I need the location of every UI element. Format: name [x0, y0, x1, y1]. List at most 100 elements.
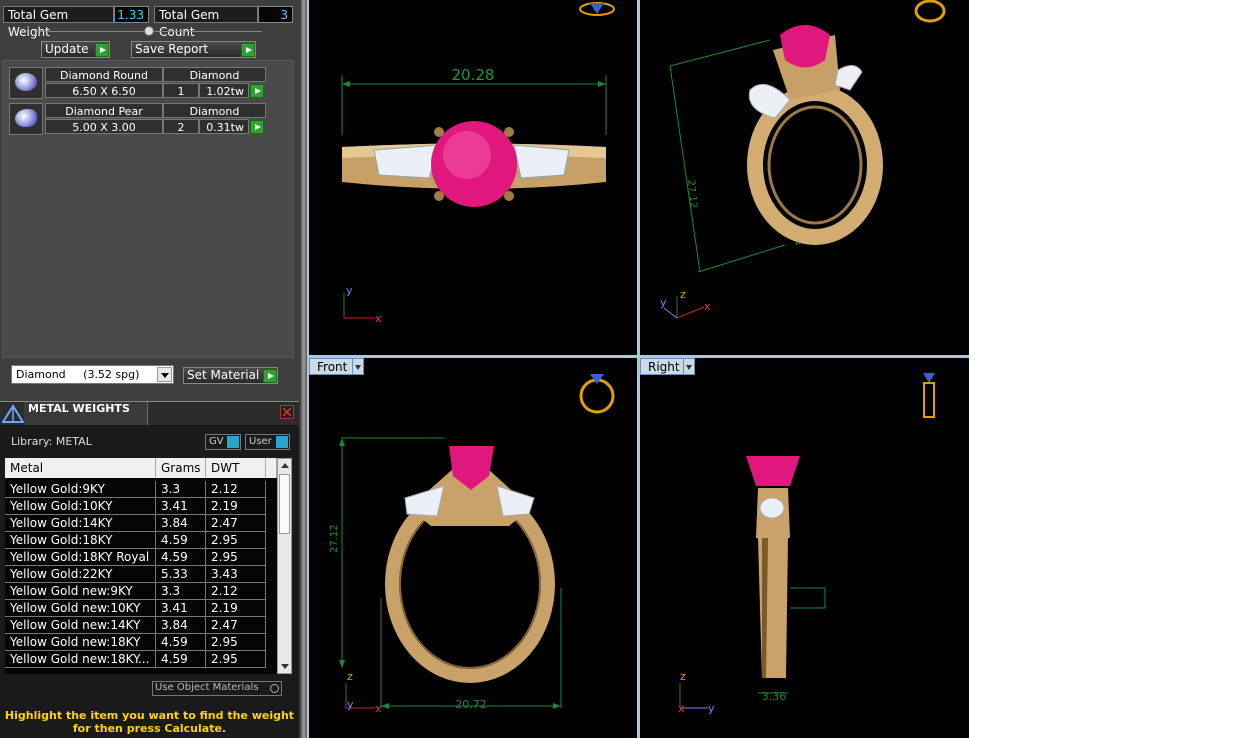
axis-x-label: x — [704, 300, 711, 313]
axis-x-label: x — [375, 312, 382, 325]
table-row[interactable]: Yellow Gold new:18KY... 4.59 2.95 — [5, 651, 266, 668]
library-label: Library: METAL — [11, 435, 92, 448]
gem-go-button[interactable] — [250, 84, 264, 98]
grams-cell: 3.41 — [156, 600, 206, 617]
dwt-cell: 2.95 — [206, 651, 266, 668]
dwt-cell: 2.47 — [206, 515, 266, 532]
gem-weight: 1.02tw — [199, 83, 249, 98]
axis-y-label: y — [347, 698, 354, 711]
update-label: Update — [45, 42, 89, 56]
metal-name-cell: Yellow Gold new:14KY — [5, 617, 156, 634]
front-height-label: 27.12 — [329, 524, 340, 553]
scroll-down-icon[interactable] — [281, 664, 289, 669]
persp-height-label: 27.12 — [685, 179, 698, 208]
table-row[interactable]: Yellow Gold:9KY 3.3 2.12 — [5, 481, 266, 498]
gem-name: Diamond Pear — [45, 103, 163, 118]
material-select[interactable]: Diamond (3.52 spg) — [11, 365, 174, 384]
scroll-thumb[interactable] — [279, 474, 290, 534]
top-view-ring: 20.28 y x — [341, 2, 615, 325]
update-button[interactable]: Update — [41, 41, 110, 58]
gem-size: 6.50 X 6.50 — [45, 83, 163, 98]
material-select-value: Diamond (3.52 spg) — [16, 368, 140, 381]
gem-row[interactable]: Diamond Round Diamond 6.50 X 6.50 1 1.02… — [9, 67, 269, 101]
chevron-down-icon — [157, 367, 172, 382]
metal-name-cell: Yellow Gold new:18KY — [5, 634, 156, 651]
axis-y-label: y — [708, 702, 715, 715]
viewport-perspective[interactable]: 27.12 20.72 z x y — [640, 0, 969, 355]
gem-material: Diamond — [163, 67, 266, 82]
grams-cell: 4.59 — [156, 651, 206, 668]
grams-cell: 3.41 — [156, 498, 206, 515]
dwt-cell: 2.47 — [206, 617, 266, 634]
table-scrollbar[interactable] — [277, 458, 292, 674]
gem-list: Diamond Round Diamond 6.50 X 6.50 1 1.02… — [2, 60, 294, 358]
metal-name-cell: Yellow Gold:18KY Royal — [5, 549, 156, 566]
column-header-dwt[interactable]: DWT — [206, 458, 266, 478]
gem-weight: 0.31tw — [199, 119, 249, 134]
set-material-button[interactable]: Set Material — [183, 367, 278, 384]
user-label: User — [249, 436, 272, 447]
grams-cell: 3.3 — [156, 583, 206, 600]
diamond-round-icon — [9, 67, 43, 99]
column-header-grams[interactable]: Grams — [156, 458, 206, 478]
table-row[interactable]: Yellow Gold new:14KY 3.84 2.47 — [5, 617, 266, 634]
viewport-top[interactable]: 20.28 y x — [309, 0, 637, 355]
gem-material: Diamond — [163, 103, 266, 118]
dwt-cell: 2.12 — [206, 481, 266, 498]
gv-indicator — [227, 436, 239, 448]
axis-z-label: z — [680, 670, 686, 683]
metal-name-cell: Yellow Gold new:10KY — [5, 600, 156, 617]
table-row[interactable]: Yellow Gold:10KY 3.41 2.19 — [5, 498, 266, 515]
set-material-go-icon — [263, 369, 277, 383]
gem-row[interactable]: Diamond Pear Diamond 5.00 X 3.00 2 0.31t… — [9, 103, 269, 137]
splitter-handle[interactable] — [144, 26, 154, 36]
metal-name-cell: Yellow Gold:9KY — [5, 481, 156, 498]
total-gem-weight-label: Total Gem Weight — [3, 6, 114, 39]
table-row[interactable]: Yellow Gold:18KY 4.59 2.95 — [5, 532, 266, 549]
total-gem-weight-value: 1.33 — [114, 6, 149, 23]
right-width-label: 3.36 — [762, 690, 787, 703]
user-toggle[interactable]: User — [245, 434, 290, 450]
front-width-label: 20.72 — [455, 698, 487, 711]
front-view-ring: 27.12 20.72 z y x — [329, 374, 615, 715]
gem-size: 5.00 X 3.00 — [45, 119, 163, 134]
metal-weights-header: METAL WEIGHTS — [0, 401, 299, 426]
dwt-cell: 2.95 — [206, 634, 266, 651]
column-header-metal[interactable]: Metal — [5, 458, 156, 478]
use-object-materials-checkbox[interactable]: Use Object Materials — [152, 681, 282, 696]
table-row[interactable]: Yellow Gold:14KY 3.84 2.47 — [5, 515, 266, 532]
save-report-button[interactable]: Save Report — [131, 41, 256, 58]
table-row[interactable]: Yellow Gold new:10KY 3.41 2.19 — [5, 600, 266, 617]
table-row[interactable]: Yellow Gold new:9KY 3.3 2.12 — [5, 583, 266, 600]
gem-go-button[interactable] — [250, 120, 264, 134]
viewport-right[interactable]: Right 3.36 z x y — [640, 358, 969, 738]
axis-z-label: z — [680, 288, 686, 301]
table-row[interactable]: Yellow Gold:22KY 5.33 3.43 — [5, 566, 266, 583]
gem-qty: 2 — [163, 119, 199, 134]
table-row[interactable]: Yellow Gold new:18KY 4.59 2.95 — [5, 634, 266, 651]
use-object-materials-label: Use Object Materials — [155, 682, 259, 693]
dwt-cell: 2.12 — [206, 583, 266, 600]
metal-table: Metal Grams DWT Yellow Gold:9KY 3.3 2.12 Ye… — [5, 458, 277, 674]
metal-weights-tab[interactable]: METAL WEIGHTS — [24, 402, 148, 426]
viewport-front[interactable]: Front 27.12 20.72 z y x — [309, 358, 637, 738]
scroll-up-icon[interactable] — [281, 463, 289, 468]
total-gem-count-value: 3 — [258, 6, 293, 23]
metal-weights-panel: Library: METAL GV User Metal Grams DWT Y… — [0, 425, 299, 738]
dwt-cell: 2.95 — [206, 532, 266, 549]
gem-name: Diamond Round — [45, 67, 163, 82]
perspective-view-ring: 27.12 20.72 z x y — [660, 0, 946, 319]
gv-toggle[interactable]: GV — [205, 434, 241, 450]
update-go-icon — [95, 43, 109, 57]
scale-icon — [2, 404, 24, 423]
metal-name-cell: Yellow Gold:18KY — [5, 532, 156, 549]
total-gem-count-label: Total Gem Count — [154, 6, 258, 39]
top-dimension-label: 20.28 — [452, 66, 495, 84]
metal-name-cell: Yellow Gold new:9KY — [5, 583, 156, 600]
dwt-cell: 2.95 — [206, 549, 266, 566]
table-row[interactable]: Yellow Gold:18KY Royal 4.59 2.95 — [5, 549, 266, 566]
save-report-label: Save Report — [135, 42, 209, 56]
metal-name-cell: Yellow Gold:22KY — [5, 566, 156, 583]
close-icon[interactable] — [280, 405, 294, 419]
axis-x-label: x — [375, 702, 382, 715]
